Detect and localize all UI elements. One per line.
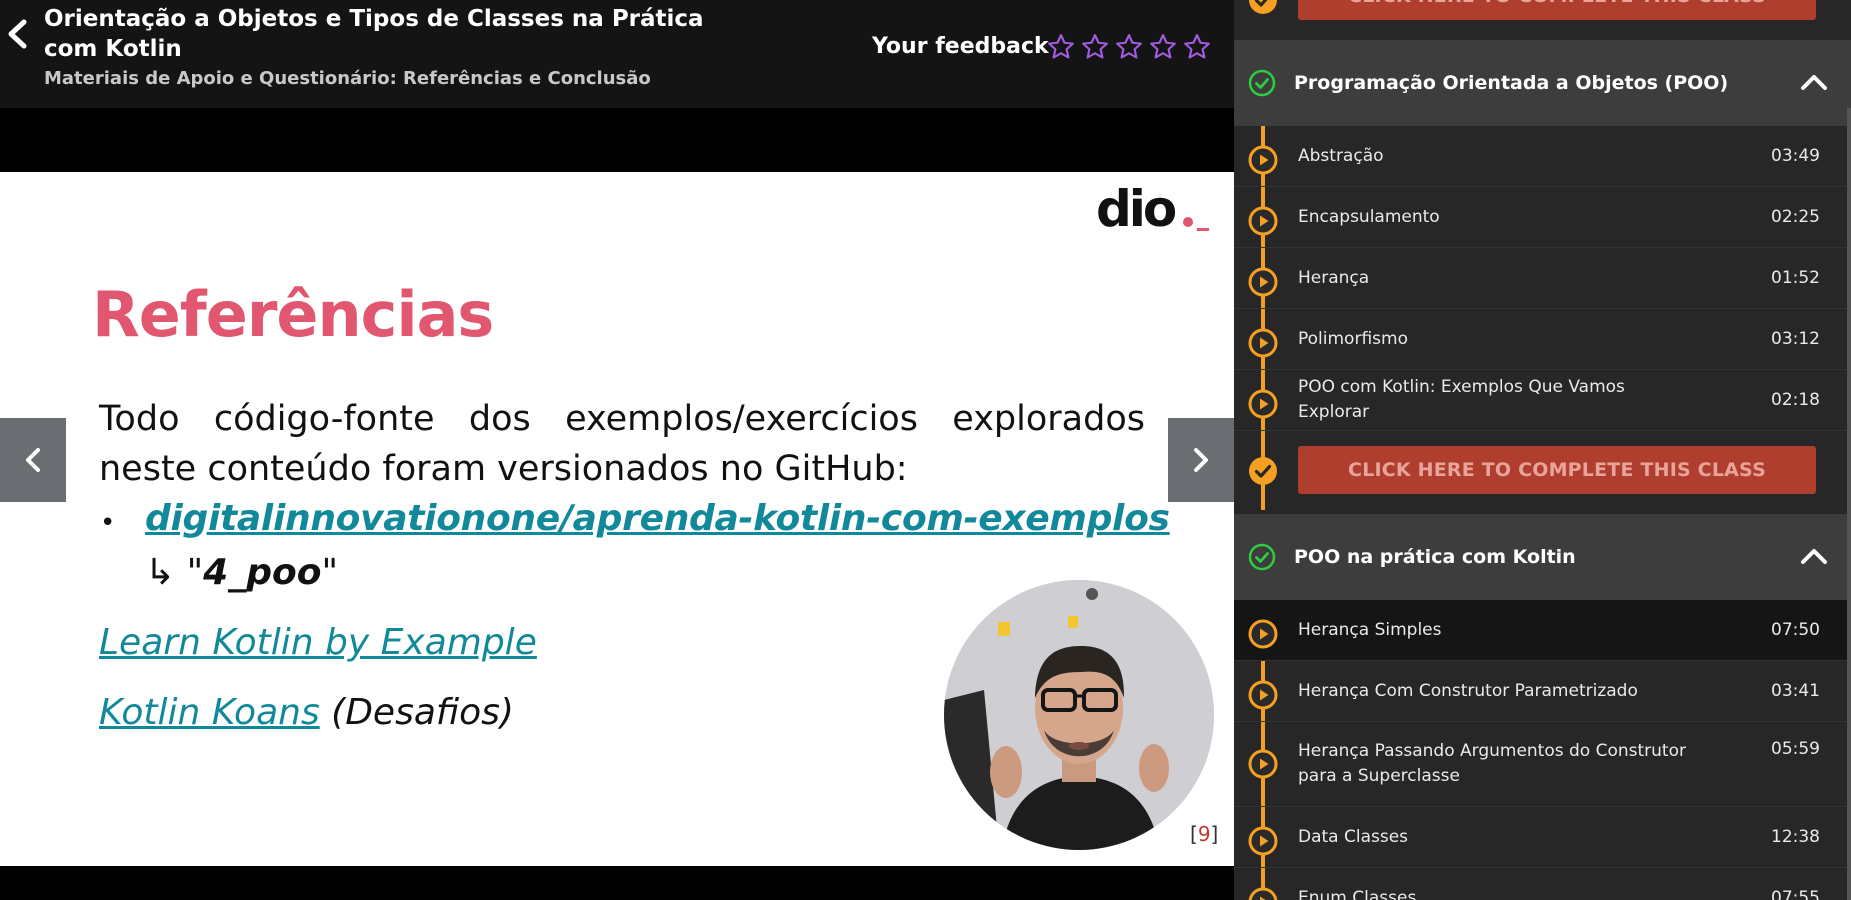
course-title: Orientação a Objetos e Tipos de Classes …	[44, 6, 704, 62]
play-circle-icon	[1248, 389, 1278, 419]
play-circle-icon	[1248, 680, 1278, 710]
bullet-marker: •	[100, 508, 116, 538]
koans-line: Kotlin Koans (Desafios)	[99, 692, 514, 733]
lesson-item-encapsulamento[interactable]: Encapsulamento 02:25	[1234, 187, 1851, 248]
instructor-webcam	[944, 580, 1214, 850]
slide-intro-text: Todo código-fonte dos exemplos/exercício…	[99, 399, 1145, 489]
folder-name: 4_poo	[203, 552, 322, 593]
lesson-title: Abstração	[1298, 145, 1384, 166]
learn-kotlin-link[interactable]: Learn Kotlin by Example	[99, 622, 537, 663]
module-title: Programação Orientada a Objetos (POO)	[1294, 72, 1729, 94]
chevron-up-icon[interactable]	[1800, 70, 1828, 94]
lesson-duration: 03:41	[1771, 681, 1820, 701]
chevron-right-icon	[1194, 448, 1208, 472]
check-node-icon	[1249, 457, 1277, 485]
previous-slide-button[interactable]	[0, 418, 66, 502]
lesson-item-abstracao[interactable]: Abstração 03:49	[1234, 126, 1851, 187]
check-node-icon	[1249, 0, 1277, 14]
lesson-duration: 07:50	[1771, 620, 1820, 640]
lesson-title: Encapsulamento	[1298, 206, 1440, 227]
video-letterbox-top	[0, 108, 1234, 172]
course-sidebar: CLICK HERE TO COMPLETE THIS CLASS Progra…	[1234, 0, 1851, 900]
lesson-duration: 03:49	[1771, 146, 1820, 166]
page-bracket-open: [	[1190, 822, 1198, 846]
play-circle-icon	[1248, 267, 1278, 297]
play-circle-icon	[1248, 145, 1278, 175]
check-circle-icon	[1248, 543, 1276, 571]
feedback-label: Your feedback	[872, 34, 1049, 59]
lesson-title: Data Classes	[1298, 826, 1409, 847]
lesson-duration: 12:38	[1771, 827, 1820, 847]
lesson-title: Herança Simples	[1298, 619, 1442, 640]
lesson-title: Herança Com Construtor Parametrizado	[1298, 680, 1638, 701]
lesson-duration: 02:25	[1771, 207, 1820, 227]
star-5-icon[interactable]	[1182, 32, 1212, 62]
page-bracket-close: ]	[1210, 822, 1219, 846]
play-circle-icon	[1248, 328, 1278, 358]
lesson-item-heranca-argumentos[interactable]: Herança Passando Argumentos do Construto…	[1234, 722, 1851, 807]
video-slide[interactable]: dio Referências Todo código-fonte dos ex…	[0, 172, 1234, 866]
complete-class-button-top[interactable]: CLICK HERE TO COMPLETE THIS CLASS	[1298, 0, 1816, 20]
chevron-left-icon	[26, 448, 40, 472]
koans-suffix: (Desafios)	[319, 692, 514, 733]
star-1-icon[interactable]	[1046, 32, 1076, 62]
lesson-title: Herança Passando Argumentos do Construto…	[1298, 741, 1686, 786]
sidebar-scrollbar[interactable]	[1847, 108, 1851, 900]
kotlin-koans-link[interactable]: Kotlin Koans	[99, 692, 320, 733]
slide-page-number: [9]	[1190, 822, 1218, 846]
star-2-icon[interactable]	[1080, 32, 1110, 62]
lesson-duration: 05:59	[1771, 739, 1820, 759]
lesson-item-polimorfismo[interactable]: Polimorfismo 03:12	[1234, 309, 1851, 370]
lesson-title: Herança	[1298, 267, 1370, 288]
module-title: POO na prática com Koltin	[1294, 546, 1576, 568]
slide-heading: Referências	[92, 278, 494, 351]
lesson-item-heranca-simples[interactable]: Herança Simples 07:50	[1234, 600, 1851, 661]
lesson-item-enum-classes[interactable]: Enum Classes 07:55	[1234, 868, 1851, 900]
dio-logo: dio	[1096, 186, 1209, 238]
chevron-left-icon	[8, 19, 27, 49]
lesson-item-poo-kotlin[interactable]: POO com Kotlin: Exemplos Que Vamos Explo…	[1234, 370, 1851, 431]
folder-reference: ↳ "4_poo"	[145, 552, 338, 593]
instructor-portrait	[944, 580, 1214, 850]
lesson-duration: 03:12	[1771, 329, 1820, 349]
svg-text:dio: dio	[1096, 186, 1176, 238]
folder-prefix: ↳ "	[145, 552, 204, 593]
chevron-up-icon[interactable]	[1800, 544, 1828, 568]
lesson-duration: 02:18	[1771, 390, 1820, 410]
play-circle-icon	[1248, 826, 1278, 856]
video-letterbox-bottom	[0, 866, 1234, 900]
lesson-title: POO com Kotlin: Exemplos Que Vamos Explo…	[1298, 377, 1625, 422]
player-area: Orientação a Objetos e Tipos de Classes …	[0, 0, 1234, 900]
class-header: Orientação a Objetos e Tipos de Classes …	[0, 0, 1234, 108]
rating-stars	[1046, 32, 1212, 62]
play-circle-icon	[1248, 206, 1278, 236]
lesson-title: Enum Classes	[1298, 887, 1417, 900]
check-circle-icon	[1248, 69, 1276, 97]
star-4-icon[interactable]	[1148, 32, 1178, 62]
play-circle-icon	[1248, 749, 1278, 779]
module-header-poo[interactable]: Programação Orientada a Objetos (POO)	[1234, 40, 1851, 126]
back-button[interactable]	[2, 14, 32, 54]
play-circle-icon	[1248, 887, 1278, 900]
lesson-item-data-classes[interactable]: Data Classes 12:38	[1234, 807, 1851, 868]
module-header-poo-pratica[interactable]: POO na prática com Koltin	[1234, 514, 1851, 600]
folder-suffix: "	[321, 552, 339, 593]
play-circle-icon	[1248, 619, 1278, 649]
lesson-duration: 01:52	[1771, 268, 1820, 288]
star-3-icon[interactable]	[1114, 32, 1144, 62]
lesson-item-heranca[interactable]: Herança 01:52	[1234, 248, 1851, 309]
class-subtitle: Materiais de Apoio e Questionário: Refer…	[44, 68, 651, 89]
next-slide-button[interactable]	[1168, 418, 1234, 502]
lesson-item-heranca-construtor[interactable]: Herança Com Construtor Parametrizado 03:…	[1234, 661, 1851, 722]
lesson-duration: 07:55	[1771, 888, 1820, 900]
page-number-value: 9	[1197, 822, 1211, 846]
complete-class-button[interactable]: CLICK HERE TO COMPLETE THIS CLASS	[1298, 446, 1816, 494]
github-repo-link[interactable]: digitalinnovationone/aprenda-kotlin-com-…	[145, 498, 1170, 539]
lesson-title: Polimorfismo	[1298, 328, 1408, 349]
